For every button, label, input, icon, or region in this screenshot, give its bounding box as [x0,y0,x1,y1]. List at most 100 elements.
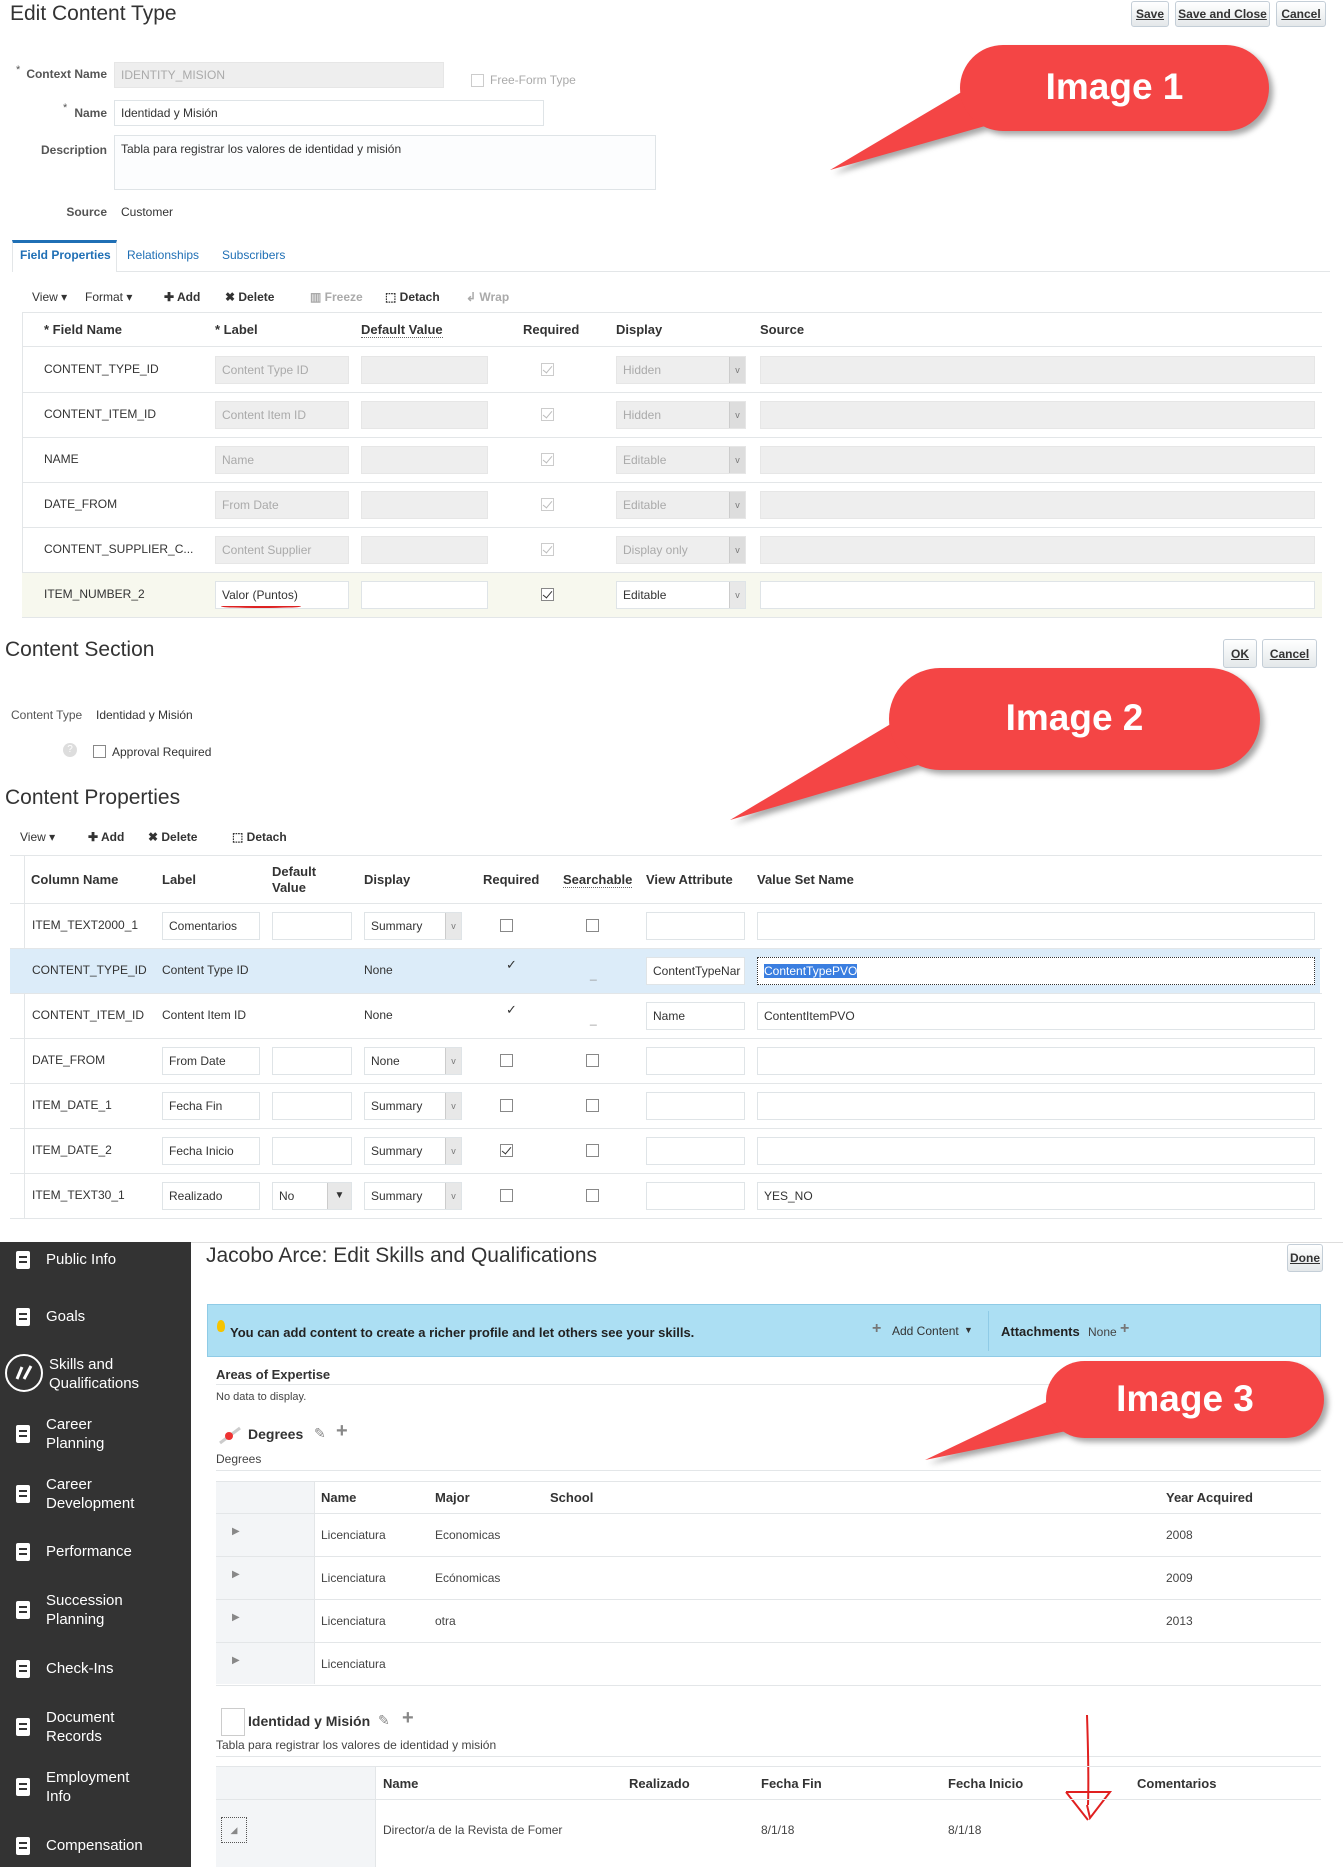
default-value-input[interactable] [361,581,488,609]
chevron-down-icon[interactable]: v [729,402,745,428]
default-value-input[interactable] [272,1137,352,1165]
label-input[interactable]: Name [215,446,349,474]
source-input[interactable] [760,491,1315,519]
display-select[interactable]: Summary v [364,1137,462,1165]
searchable-checkbox[interactable] [586,1099,599,1112]
view-attribute-input[interactable]: ContentTypeNar [646,957,745,985]
detach-button[interactable]: ⬚ Detach [385,290,440,304]
freeze-button[interactable]: ▥ Freeze [310,290,363,304]
save-button[interactable]: Save [1131,1,1169,27]
required-checkbox[interactable] [541,588,554,601]
searchable-checkbox[interactable] [586,1054,599,1067]
column-header[interactable]: Default Value [361,322,443,338]
required-checkbox[interactable] [500,1144,513,1157]
tab-subscribers[interactable]: Subscribers [222,248,285,262]
value-set-name-input[interactable]: ContentTypePVO [757,957,1315,985]
chevron-down-icon[interactable]: v [729,492,745,518]
display-select[interactable]: Summary v [364,1092,462,1120]
required-checkbox[interactable] [541,543,554,556]
chevron-down-icon[interactable]: v [729,357,745,383]
default-value-input[interactable] [272,1047,352,1075]
display-select[interactable]: Summary v [364,1182,462,1210]
name-input[interactable]: Identidad y Misión [114,100,544,126]
default-value-input[interactable] [361,536,488,564]
add-identidad-icon[interactable]: + [402,1707,414,1730]
value-set-name-input[interactable] [757,1092,1315,1120]
required-checkbox[interactable] [500,1099,513,1112]
default-value-input[interactable] [272,912,352,940]
sidebar-item-performance[interactable]: Performance [0,1542,191,1562]
description-textarea[interactable]: Tabla para registrar los valores de iden… [114,135,656,190]
default-value-input[interactable] [361,356,488,384]
view-attribute-input[interactable] [646,1182,745,1210]
expand-row-icon[interactable]: ▶ [232,1569,240,1580]
approval-required-checkbox[interactable] [93,745,106,758]
edit-pencil-icon[interactable]: ✎ [314,1425,326,1442]
sidebar-item-check-ins[interactable]: Check-Ins [0,1659,191,1679]
value-set-name-input[interactable] [757,1047,1315,1075]
sidebar-item-skills-and-qualifications[interactable]: Skills and Qualifications [0,1354,191,1393]
chevron-down-icon[interactable]: v [445,1048,461,1074]
display-select[interactable]: Editable v [616,581,746,609]
detach-button[interactable]: ⬚ Detach [232,830,287,844]
chevron-down-icon[interactable]: v [445,913,461,939]
source-input[interactable] [760,356,1315,384]
required-checkbox[interactable] [541,498,554,511]
view-attribute-input[interactable]: Name [646,1002,745,1030]
required-checkbox[interactable] [541,453,554,466]
view-menu[interactable]: View ▾ [20,830,55,844]
display-select[interactable]: Summary v [364,912,462,940]
value-set-name-input[interactable] [757,1137,1315,1165]
save-and-close-button[interactable]: Save and Close [1175,1,1270,27]
label-input[interactable]: Fecha Fin [162,1092,260,1120]
chevron-down-icon[interactable]: v [445,1093,461,1119]
default-value-input[interactable] [361,491,488,519]
delete-button[interactable]: ✖ Delete [225,290,274,304]
chevron-down-icon[interactable]: v [445,1183,461,1209]
view-attribute-input[interactable] [646,1092,745,1120]
sidebar-item-goals[interactable]: Goals [0,1307,191,1327]
sidebar-item-compensation[interactable]: Compensation [0,1836,191,1856]
expand-row-icon[interactable]: ▶ [232,1612,240,1623]
edit-pencil-icon[interactable]: ✎ [378,1712,390,1729]
done-button[interactable]: Done [1287,1244,1323,1272]
sidebar-item-career-development[interactable]: Career Development [0,1475,191,1513]
help-icon[interactable]: ? [63,743,77,757]
required-checkbox[interactable] [500,919,513,932]
sidebar-item-employment-info[interactable]: Employment Info [0,1768,191,1806]
sidebar-item-career-planning[interactable]: Career Planning [0,1415,191,1453]
view-attribute-input[interactable] [646,1047,745,1075]
value-set-name-input[interactable]: YES_NO [757,1182,1315,1210]
default-value-select[interactable]: No ▼ [272,1182,352,1210]
sidebar-item-public-info[interactable]: Public Info [0,1250,191,1270]
display-select[interactable]: Hidden v [616,356,746,384]
format-menu[interactable]: Format ▾ [85,290,132,304]
chevron-down-icon[interactable]: v [729,537,745,563]
label-input[interactable]: Content Type ID [215,356,349,384]
display-select[interactable]: Editable v [616,446,746,474]
view-menu[interactable]: View ▾ [32,290,67,304]
source-input[interactable] [760,581,1315,609]
label-input[interactable]: Realizado [162,1182,260,1210]
source-input[interactable] [760,401,1315,429]
column-header[interactable]: Searchable [563,872,633,888]
sidebar-item-succession-planning[interactable]: Succession Planning [0,1591,191,1629]
required-checkbox[interactable] [500,1054,513,1067]
add-button[interactable]: ✚ Add [164,290,200,304]
expand-row-icon[interactable]: ▶ [232,1655,240,1666]
add-attachment-icon[interactable]: + [1120,1320,1129,1338]
label-input[interactable]: From Date [162,1047,260,1075]
delete-button[interactable]: ✖ Delete [148,830,197,844]
add-content-menu[interactable]: Add Content [892,1324,959,1338]
tab-field-properties-label[interactable]: Field Properties [20,248,111,262]
sidebar-item-document-records[interactable]: Document Records [0,1708,191,1746]
cancel-button[interactable]: Cancel [1276,1,1326,27]
chevron-down-icon[interactable]: v [729,582,745,608]
display-select[interactable]: Display only v [616,536,746,564]
searchable-checkbox[interactable] [586,1189,599,1202]
dropdown-arrow-icon[interactable]: ▼ [964,1325,973,1335]
label-input[interactable]: Content Item ID [215,401,349,429]
chevron-down-icon[interactable]: v [445,1138,461,1164]
value-set-name-input[interactable]: ContentItemPVO [757,1002,1315,1030]
cancel-button[interactable]: Cancel [1262,639,1317,668]
